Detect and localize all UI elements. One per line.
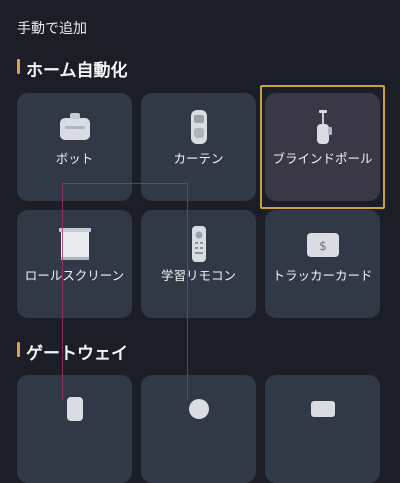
device-card-label: ブラインドポール bbox=[272, 151, 373, 166]
device-card-label: 学習リモコン bbox=[160, 268, 236, 283]
device-card-tracker-card[interactable]: $ トラッカーカード bbox=[265, 210, 380, 318]
remote-icon bbox=[191, 226, 206, 262]
device-card-learning-remote[interactable]: 学習リモコン bbox=[141, 210, 256, 318]
roller-shade-icon bbox=[58, 228, 91, 260]
device-card-blind-pole[interactable]: ブラインドポール bbox=[265, 93, 380, 201]
blind-pole-icon bbox=[316, 110, 332, 144]
device-card-curtain[interactable]: カーテン bbox=[141, 93, 256, 201]
device-card-gateway-2[interactable] bbox=[141, 375, 256, 483]
guide-line bbox=[62, 183, 63, 400]
device-card-bot[interactable]: ボット bbox=[17, 93, 132, 201]
device-card-label: ボット bbox=[55, 151, 94, 166]
bot-icon bbox=[59, 113, 90, 140]
device-card-label: カーテン bbox=[173, 151, 224, 166]
svg-text:$: $ bbox=[319, 239, 327, 253]
guide-line bbox=[187, 183, 188, 400]
device-card-gateway-3[interactable] bbox=[265, 375, 380, 483]
device-card-gateway-1[interactable] bbox=[17, 375, 132, 483]
device-card-label: トラッカーカード bbox=[272, 268, 373, 283]
gateway-device-icon bbox=[310, 401, 335, 417]
gateway-device-icon bbox=[188, 399, 209, 419]
gateway-device-icon bbox=[66, 397, 83, 421]
curtain-icon bbox=[190, 110, 207, 144]
section-title-home-automation: ホーム自動化 bbox=[17, 56, 128, 81]
manual-add-title: 手動で追加 bbox=[17, 21, 87, 37]
section-title-gateway: ゲートウェイ bbox=[17, 339, 128, 364]
guide-line bbox=[62, 183, 187, 184]
device-card-roller-shade[interactable]: ロールスクリーン bbox=[17, 210, 132, 318]
tracker-card-icon: $ bbox=[306, 233, 339, 257]
device-card-label: ロールスクリーン bbox=[24, 268, 125, 283]
